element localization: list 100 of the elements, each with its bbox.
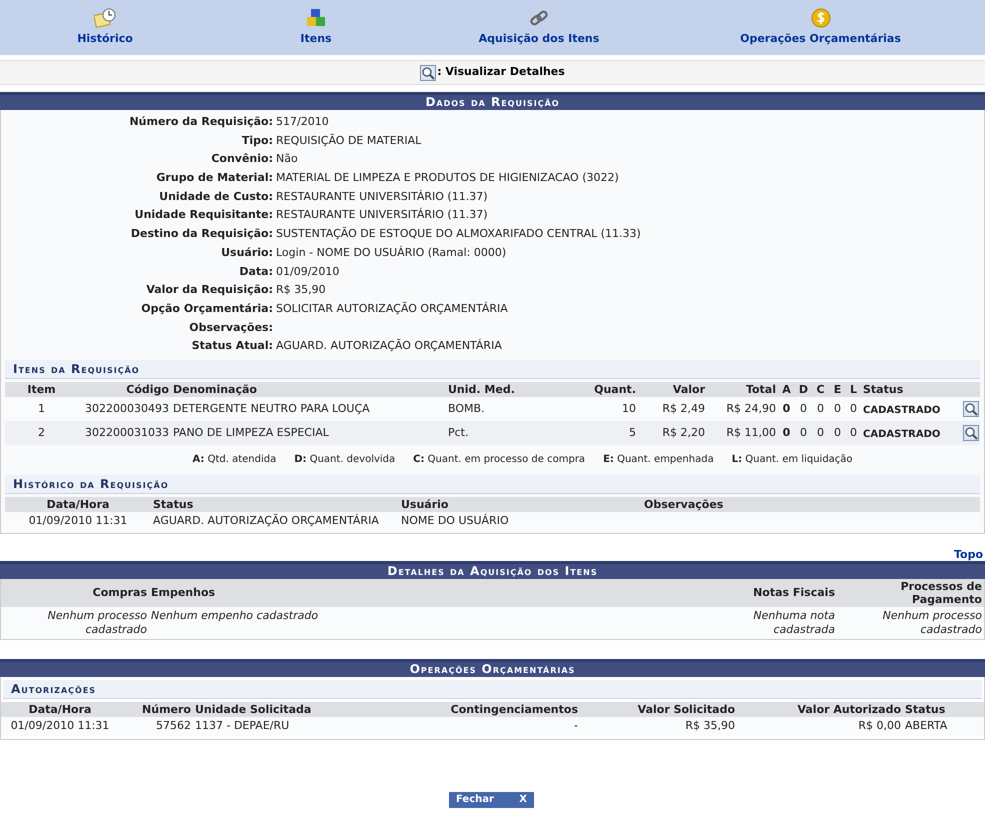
table-cell-text: 01/09/2010 11:31 (28, 514, 128, 528)
table-cell-text: 0 (849, 426, 858, 440)
chain-icon (529, 8, 549, 28)
column-header: Número (141, 702, 192, 716)
legend-item: D: Quant. devolvida (294, 453, 396, 468)
table-cell-text: DETERGENTE NEUTRO PARA LOUÇA (172, 402, 371, 416)
legend-item: A: Qtd. atendida (192, 453, 276, 468)
nav-link[interactable]: Aquisição dos Itens (478, 31, 600, 48)
table-cell-text: R$ 24,90 (725, 402, 777, 416)
magnifier-icon[interactable] (420, 64, 436, 80)
column-header: Status (152, 498, 194, 511)
field-value: RESTAURANTE UNIVERSITÁRIO (11.37) (276, 206, 489, 224)
column-header: Item (26, 382, 57, 396)
table-cell-text: CADASTRADO (862, 428, 942, 442)
section-header: Detalhes da Aquisição dos Itens (0, 560, 985, 579)
table-cell-text: 0 (782, 402, 792, 416)
table-cell-text: 0 (816, 402, 825, 416)
column-header: E (832, 382, 842, 396)
field-value: 517/2010 (276, 114, 330, 130)
nav-link[interactable]: Itens (300, 31, 332, 48)
column-header: Status (904, 702, 946, 716)
field-value: REQUISIÇÃO DE MATERIAL (276, 132, 422, 149)
table-cell-text: 0 (782, 426, 792, 440)
table-cell-text: R$ 2,49 (661, 402, 706, 416)
table-cell-text: CADASTRADO (862, 404, 942, 418)
field-value: Não (276, 151, 299, 168)
table-cell-text: 01/09/2010 11:31 (10, 719, 110, 734)
table-cell-text: 0 (833, 402, 842, 416)
table-cell-text: 0 (799, 426, 808, 440)
field-label: Convênio: (210, 151, 273, 168)
subsection-header: Histórico da Requisição (5, 474, 980, 494)
table-cell-text: Pct. (447, 426, 470, 440)
column-header: Valor (672, 382, 706, 396)
column-header: Denominação (172, 382, 258, 396)
column-header: A (781, 382, 792, 396)
table-cell-text: 5 (628, 426, 637, 440)
table-cell-text: 10 (621, 402, 637, 416)
legend-text: : Visualizar Detalhes (437, 64, 565, 80)
column-header: L (848, 382, 858, 396)
section-header: Operações Orçamentárias (0, 658, 985, 677)
column-header: Status (862, 382, 904, 396)
magnifier-icon[interactable] (963, 400, 979, 417)
table-cell-text: ABERTA (904, 719, 948, 734)
field-label: Status Atual: (190, 338, 273, 354)
magnifier-icon[interactable] (963, 424, 979, 441)
table-cell-text: 302200030493 (84, 402, 170, 416)
top-link[interactable]: Topo (954, 548, 983, 561)
table-cell-text: Nenhum processo cadastrado (46, 608, 148, 637)
table-cell-text: R$ 35,90 (684, 719, 736, 734)
column-header: Valor Autorizado (796, 702, 902, 716)
table-cell-text: 1137 - DEPAE/RU (194, 719, 290, 734)
field-label: Data: (238, 264, 273, 280)
table-cell-text: AGUARD. AUTORIZAÇÃO ORÇAMENTÁRIA (152, 514, 380, 528)
nav-link[interactable]: Operações Orçamentárias (740, 31, 901, 48)
table-cell-text: Nenhum processo cadastrado (882, 608, 983, 637)
column-header: Observações (643, 498, 724, 511)
table-cell-text: 2 (37, 426, 46, 440)
table-cell-text: BOMB. (447, 402, 486, 416)
field-label: Destino da Requisição: (130, 226, 273, 242)
field-label: Unidade de Custo: (158, 188, 273, 205)
field-value: AGUARD. AUTORIZAÇÃO ORÇAMENTÁRIA (276, 338, 503, 354)
legend-item: L: Quant. em liquidação (732, 453, 853, 468)
table-cell-text: 0 (833, 426, 842, 440)
field-value: RESTAURANTE UNIVERSITÁRIO (11.37) (276, 188, 489, 205)
table-cell-text: R$ 0,00 (857, 719, 902, 734)
table-cell-text: Nenhuma nota cadastrada (752, 608, 836, 637)
column-header: Processos de Pagamento (900, 580, 983, 606)
table-cell-text: 0 (816, 426, 825, 440)
column-header: Valor Solicitado (636, 702, 736, 716)
column-header: Total (744, 382, 777, 396)
table-cell-text: NOME DO USUÁRIO (400, 514, 510, 528)
legend-item: C: Quant. em processo de compra (413, 453, 586, 468)
nav-link[interactable]: Histórico (77, 31, 133, 48)
field-label: Valor da Requisição: (145, 282, 273, 298)
close-button[interactable]: Fechar X (449, 792, 534, 808)
table-cell-text: 0 (799, 402, 808, 416)
subsection-header: Autorizações (3, 680, 982, 699)
table-cell-text: 57562 (155, 719, 192, 734)
column-header: Empenhos (150, 586, 216, 600)
legend-item: E: Quant. empenhada (603, 453, 714, 468)
column-header: Unidade Solicitada (194, 702, 312, 716)
cubes-icon (306, 8, 326, 28)
field-value: SUSTENTAÇÃO DE ESTOQUE DO ALMOXARIFADO CENTRAL (11.33) (276, 226, 642, 242)
column-header: Código (125, 382, 170, 396)
subsection-header: Itens da Requisição (5, 360, 980, 379)
table-cell-text: 1 (37, 402, 46, 416)
field-label: Grupo de Material: (155, 170, 273, 186)
field-label: Usuário: (220, 244, 273, 261)
section-header: Dados da Requisição (0, 92, 985, 110)
column-header: Data/Hora (46, 498, 110, 511)
field-value: R$ 35,90 (276, 282, 327, 298)
note-clock-icon (94, 8, 116, 28)
field-label: Opção Orçamentária: (140, 300, 273, 317)
table-cell-text: R$ 2,20 (661, 426, 706, 440)
field-value: MATERIAL DE LIMPEZA E PRODUTOS DE HIGIENIZACAO (3022) (276, 170, 620, 186)
field-label: Unidade Requisitante: (134, 207, 273, 224)
field-label: Tipo: (240, 132, 273, 149)
field-label: Número da Requisição: (128, 114, 273, 130)
table-cell-text: - (573, 719, 579, 734)
column-header: C (815, 382, 826, 396)
